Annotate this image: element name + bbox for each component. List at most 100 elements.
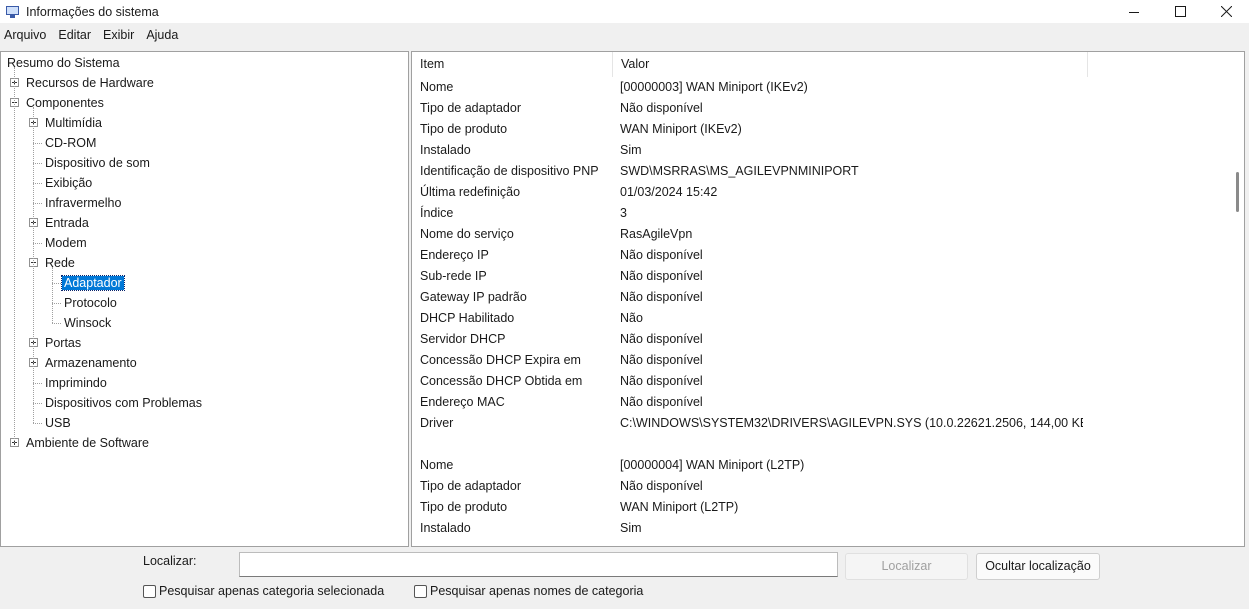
tree-item[interactable]: Recursos de Hardware <box>24 73 156 93</box>
detail-row[interactable]: Tipo de adaptador Não disponível <box>412 476 1232 497</box>
checkbox-box[interactable] <box>143 584 156 598</box>
detail-item: Tipo de produto <box>420 500 508 514</box>
tree-connector <box>52 283 61 284</box>
detail-row[interactable]: Driver C:\WINDOWS\SYSTEM32\DRIVERS\AGILEV… <box>412 413 1232 434</box>
tree-item[interactable]: Protocolo <box>62 293 119 313</box>
tree-item-label: Dispositivo de som <box>45 156 150 170</box>
details-pane[interactable]: Item Valor Nome [00000003] WAN Miniport (… <box>411 51 1245 547</box>
search-category-names-checkbox[interactable]: Pesquisar apenas nomes de categoria <box>414 584 643 598</box>
checkbox-label: Pesquisar apenas nomes de categoria <box>430 584 644 598</box>
tree-item-label: Portas <box>45 336 82 350</box>
tree-item-label: Protocolo <box>64 296 117 310</box>
tree-item-label: Dispositivos com Problemas <box>45 396 202 410</box>
vertical-scrollbar[interactable] <box>1230 52 1244 546</box>
find-input[interactable] <box>239 552 838 577</box>
detail-value: Sim <box>620 143 642 157</box>
tree-item[interactable]: Modem <box>43 233 89 253</box>
detail-row[interactable]: Índice 3 <box>412 203 1232 224</box>
column-header: Item Valor <box>412 52 1232 77</box>
tree-item[interactable]: Winsock <box>62 313 113 333</box>
tree-item[interactable]: Componentes <box>24 93 106 113</box>
tree-item-label: Armazenamento <box>45 356 137 370</box>
tree-connector <box>33 163 42 164</box>
detail-row[interactable]: Concessão DHCP Obtida em Não disponível <box>412 371 1232 392</box>
detail-item: Instalado <box>420 521 471 535</box>
detail-value: Não disponível <box>620 269 703 283</box>
detail-value: Não disponível <box>620 290 703 304</box>
tree-item[interactable]: Resumo do Sistema <box>5 53 122 73</box>
menu-editar[interactable]: Editar <box>53 28 96 42</box>
tree-item-label: Modem <box>45 236 87 250</box>
detail-row[interactable]: Instalado Sim <box>412 140 1232 161</box>
detail-row[interactable]: DHCP Habilitado Não <box>412 308 1232 329</box>
search-selected-category-checkbox[interactable]: Pesquisar apenas categoria selecionada <box>143 584 384 598</box>
tree-item[interactable]: Portas <box>43 333 83 353</box>
hide-find-button[interactable]: Ocultar localização <box>976 553 1100 580</box>
detail-value: Não disponível <box>620 395 703 409</box>
tree-item[interactable]: Dispositivos com Problemas <box>43 393 204 413</box>
detail-row[interactable]: Gateway IP padrão Não disponível <box>412 287 1232 308</box>
tree-item[interactable]: Exibição <box>43 173 94 193</box>
detail-row[interactable]: Tipo de adaptador Não disponível <box>412 98 1232 119</box>
tree-item[interactable]: Entrada <box>43 213 91 233</box>
tree-item[interactable]: Dispositivo de som <box>43 153 152 173</box>
scrollbar-thumb[interactable] <box>1236 172 1239 212</box>
tree-item-label: USB <box>45 416 71 430</box>
detail-row[interactable]: Concessão DHCP Expira em Não disponível <box>412 350 1232 371</box>
detail-item: DHCP Habilitado <box>420 311 515 325</box>
find-button[interactable]: Localizar <box>845 553 968 580</box>
tree-item-label: Entrada <box>45 216 89 230</box>
detail-item <box>412 434 613 455</box>
detail-row[interactable]: Nome do serviço RasAgileVpn <box>412 224 1232 245</box>
detail-row[interactable]: Sub-rede IP Não disponível <box>412 266 1232 287</box>
detail-row[interactable]: Tipo de produto WAN Miniport (L2TP) <box>412 497 1232 518</box>
detail-row[interactable]: Endereço IP Não disponível <box>412 245 1232 266</box>
tree-item-label: Ambiente de Software <box>26 436 149 450</box>
tree-item[interactable]: Adaptador <box>61 273 125 293</box>
close-icon[interactable] <box>1203 0 1249 23</box>
window-controls <box>1111 0 1249 23</box>
detail-row[interactable]: Nome [00000003] WAN Miniport (IKEv2) <box>412 77 1232 98</box>
detail-item: Tipo de adaptador <box>420 479 522 493</box>
detail-value: Não disponível <box>620 374 703 388</box>
category-tree[interactable]: Resumo do Sistema Recursos de Hardware Com… <box>0 51 409 547</box>
tree-item-label: Winsock <box>64 316 112 330</box>
tree-item-label: Rede <box>45 256 75 270</box>
tree-item[interactable]: Armazenamento <box>43 353 139 373</box>
menu-ajuda[interactable]: Ajuda <box>141 28 183 42</box>
detail-row[interactable] <box>412 434 1232 455</box>
tree-item[interactable]: Infravermelho <box>43 193 123 213</box>
detail-row[interactable]: Nome [00000004] WAN Miniport (L2TP) <box>412 455 1232 476</box>
detail-row[interactable]: Última redefinição 01/03/2024 15:42 <box>412 182 1232 203</box>
detail-row[interactable]: Endereço MAC Não disponível <box>412 392 1232 413</box>
detail-value: WAN Miniport (IKEv2) <box>620 122 742 136</box>
detail-value: WAN Miniport (L2TP) <box>620 500 739 514</box>
detail-row[interactable]: Tipo de produto WAN Miniport (IKEv2) <box>412 119 1232 140</box>
tree-item[interactable]: Imprimindo <box>43 373 109 393</box>
tree-connector <box>33 143 42 144</box>
detail-value: RasAgileVpn <box>620 227 693 241</box>
tree-item-label: Resumo do Sistema <box>7 56 120 70</box>
maximize-icon[interactable] <box>1157 0 1203 23</box>
menu-exibir[interactable]: Exibir <box>98 28 139 42</box>
minimize-icon[interactable] <box>1111 0 1157 23</box>
tree-item[interactable]: USB <box>43 413 73 433</box>
column-value-header[interactable]: Valor <box>613 52 1088 77</box>
checkbox-box[interactable] <box>414 584 427 598</box>
menu-arquivo[interactable]: Arquivo <box>0 28 51 42</box>
detail-row[interactable]: Servidor DHCP Não disponível <box>412 329 1232 350</box>
tree-item[interactable]: CD-ROM <box>43 133 98 153</box>
column-item-header[interactable]: Item <box>412 52 613 77</box>
tree-item[interactable]: Multimídia <box>43 113 104 133</box>
detail-item: Tipo de produto <box>420 122 508 136</box>
detail-item: Nome do serviço <box>420 227 514 241</box>
tree-item-label: Imprimindo <box>45 376 107 390</box>
detail-value: C:\WINDOWS\SYSTEM32\DRIVERS\AGILEVPN.SYS… <box>620 416 1083 430</box>
tree-connector <box>52 323 61 324</box>
tree-item[interactable]: Rede <box>43 253 77 273</box>
tree-item-label: Exibição <box>45 176 93 190</box>
detail-row[interactable]: Instalado Sim <box>412 518 1232 539</box>
detail-row[interactable]: Identificação de dispositivo PNP SWD\MSRR… <box>412 161 1232 182</box>
tree-item[interactable]: Ambiente de Software <box>24 433 151 453</box>
menu-bar: Arquivo Editar Exibir Ajuda <box>0 25 1249 45</box>
